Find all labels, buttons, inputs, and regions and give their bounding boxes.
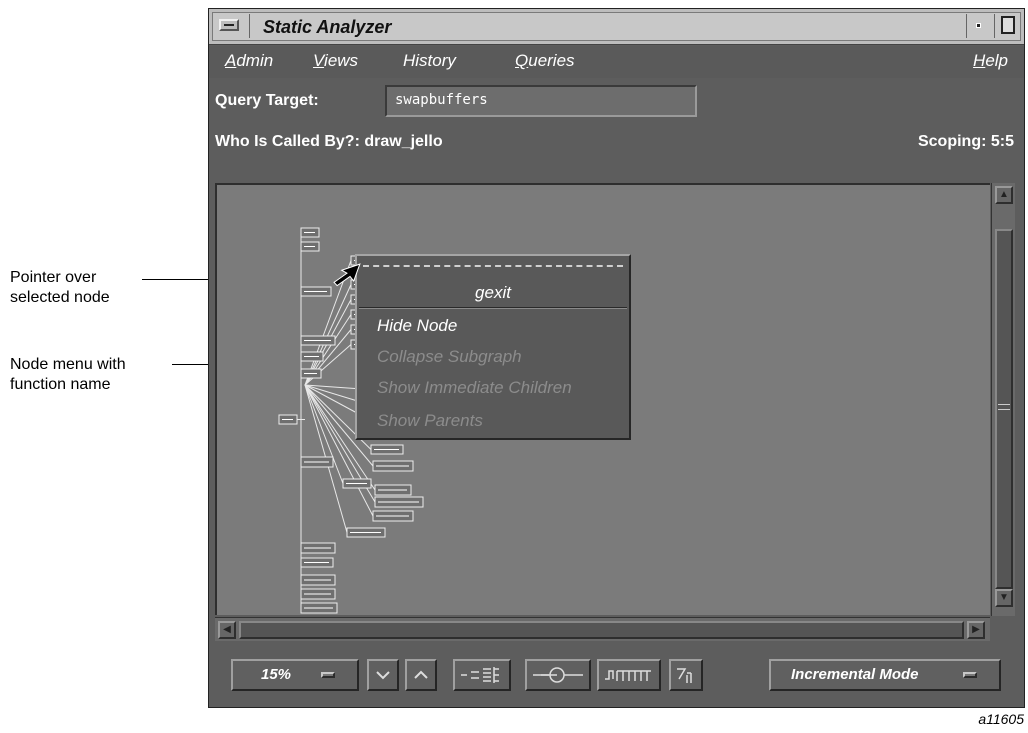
callout-node-menu-line1: Node menu with bbox=[10, 356, 126, 373]
vertical-scrollbar[interactable]: ▲ ▼ bbox=[991, 183, 1015, 616]
overview-icon bbox=[461, 667, 499, 683]
overview-button[interactable] bbox=[453, 659, 511, 691]
zoom-value: 15% bbox=[261, 666, 292, 683]
scroll-down-icon[interactable]: ▼ bbox=[995, 589, 1013, 607]
tear-off-line[interactable] bbox=[363, 265, 623, 267]
mode-value: Incremental Mode bbox=[791, 666, 919, 683]
rotate-button[interactable] bbox=[525, 659, 591, 691]
callout-node-menu-line2: function name bbox=[10, 376, 111, 393]
maximize-icon[interactable] bbox=[994, 14, 1020, 38]
zoom-out-button[interactable] bbox=[367, 659, 399, 691]
minimize-icon[interactable] bbox=[966, 14, 992, 38]
rearrange-icon bbox=[677, 668, 692, 683]
horizontal-scrollbar[interactable]: ◀ ▶ bbox=[215, 617, 990, 641]
menu-views[interactable]: Views bbox=[313, 51, 358, 71]
title-bar[interactable]: Static Analyzer bbox=[209, 9, 1024, 45]
node-menu: gexit Hide Node Collapse Subgraph Show I… bbox=[355, 254, 631, 440]
chevron-up-icon bbox=[414, 670, 428, 679]
collapse-subgraph-item[interactable]: Collapse Subgraph bbox=[377, 347, 522, 367]
query-target-input[interactable]: swapbuffers bbox=[385, 85, 697, 117]
menu-bar: Admin Views History Queries Help bbox=[209, 46, 1024, 78]
show-parents-item[interactable]: Show Parents bbox=[377, 411, 483, 431]
query-target-label: Query Target: bbox=[215, 92, 319, 109]
node-menu-title: gexit bbox=[475, 283, 511, 302]
vertical-scroll-thumb[interactable] bbox=[995, 229, 1013, 589]
option-menu-indicator-icon bbox=[963, 672, 977, 678]
horizontal-scroll-thumb[interactable] bbox=[239, 621, 964, 639]
called-by-status: Who Is Called By?: draw_jello bbox=[215, 133, 443, 150]
mode-option-menu[interactable]: Incremental Mode bbox=[769, 659, 1001, 691]
zoom-in-button[interactable] bbox=[405, 659, 437, 691]
option-menu-indicator-icon bbox=[321, 672, 335, 678]
tree-layout-icon bbox=[605, 670, 651, 681]
figure-id: a11605 bbox=[978, 711, 1024, 727]
hide-node-item[interactable]: Hide Node bbox=[377, 316, 457, 336]
tree-layout-button[interactable] bbox=[597, 659, 661, 691]
menu-history[interactable]: History bbox=[403, 51, 456, 71]
menu-queries[interactable]: Queries bbox=[515, 51, 575, 71]
scroll-left-icon[interactable]: ◀ bbox=[218, 621, 236, 639]
scoping-status: Scoping: 5:5 bbox=[917, 133, 1014, 150]
window-title: Static Analyzer bbox=[263, 17, 392, 37]
scroll-up-icon[interactable]: ▲ bbox=[995, 186, 1013, 204]
menu-help[interactable]: Help bbox=[973, 51, 1008, 71]
show-immediate-children-item[interactable]: Show Immediate Children bbox=[377, 378, 572, 398]
zoom-option-menu[interactable]: 15% bbox=[231, 659, 359, 691]
graph-edge bbox=[304, 260, 352, 386]
callout-pointer-line1: Pointer over bbox=[10, 269, 97, 286]
node-link-icon bbox=[533, 667, 583, 683]
menu-admin[interactable]: Admin bbox=[225, 51, 273, 71]
callout-pointer-line2: selected node bbox=[10, 289, 110, 306]
rearrange-button[interactable] bbox=[669, 659, 703, 691]
scroll-right-icon[interactable]: ▶ bbox=[967, 621, 985, 639]
chevron-down-icon bbox=[376, 671, 390, 680]
window-menu-icon[interactable] bbox=[219, 19, 239, 31]
